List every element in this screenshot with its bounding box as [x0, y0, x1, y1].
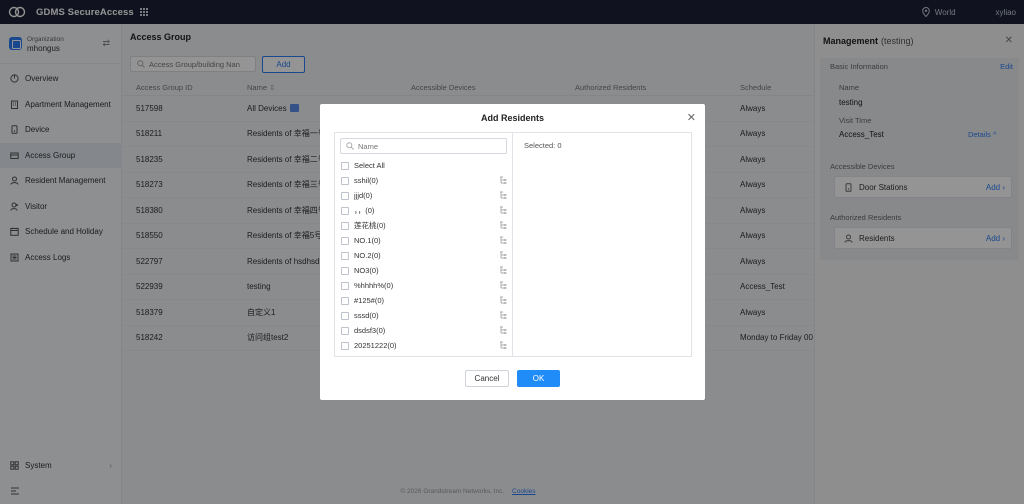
- expand-tree-icon[interactable]: [499, 251, 507, 259]
- add-residents-dialog: Add Residents ✕ Select All sshil(0) jjjd(…: [320, 104, 705, 400]
- close-icon[interactable]: ✕: [687, 111, 696, 124]
- available-residents-pane: Select All sshil(0) jjjd(0) ，，(0) 莲花桃(0) NO.…: [335, 133, 513, 356]
- expand-tree-icon[interactable]: [499, 221, 507, 229]
- resident-checkbox[interactable]: [341, 266, 349, 275]
- resident-option[interactable]: dsdsf3(0): [341, 323, 509, 338]
- resident-list: Select All sshil(0) jjjd(0) ，，(0) 莲花桃(0) NO.…: [341, 158, 509, 353]
- resident-checkbox[interactable]: [341, 251, 349, 260]
- resident-option-label: 莲花桃(0): [354, 221, 386, 230]
- resident-checkbox[interactable]: [341, 191, 349, 200]
- resident-option-label: NO.2(0): [354, 251, 381, 260]
- resident-option[interactable]: #125#(0): [341, 293, 509, 308]
- expand-tree-icon[interactable]: [499, 176, 507, 184]
- expand-tree-icon[interactable]: [499, 281, 507, 289]
- resident-option-label: jjjd(0): [354, 191, 373, 200]
- resident-checkbox[interactable]: [341, 206, 349, 215]
- resident-option[interactable]: sshil(0): [341, 173, 509, 188]
- resident-checkbox[interactable]: [341, 296, 349, 305]
- selected-count: Selected: 0: [524, 141, 562, 150]
- resident-checkbox[interactable]: [341, 236, 349, 245]
- resident-option[interactable]: 莲花桃(0): [341, 218, 509, 233]
- select-all-label: Select All: [354, 161, 385, 170]
- resident-option-label: #125#(0): [354, 296, 385, 305]
- select-all-checkbox[interactable]: [341, 161, 349, 170]
- resident-option[interactable]: %hhhh%(0): [341, 278, 509, 293]
- resident-checkbox[interactable]: [341, 281, 349, 290]
- resident-option-label: NO3(0): [354, 266, 379, 275]
- resident-option-label: sssd(0): [354, 311, 379, 320]
- ok-button[interactable]: OK: [517, 370, 560, 387]
- resident-option-label: sshil(0): [354, 176, 379, 185]
- resident-option[interactable]: sssd(0): [341, 308, 509, 323]
- expand-tree-icon[interactable]: [499, 296, 507, 304]
- resident-checkbox[interactable]: [341, 326, 349, 335]
- expand-tree-icon[interactable]: [499, 206, 507, 214]
- resident-option-label: dsdsf3(0): [354, 326, 386, 335]
- expand-tree-icon[interactable]: [499, 191, 507, 199]
- resident-option[interactable]: NO.1(0): [341, 233, 509, 248]
- resident-option-label: NO.1(0): [354, 236, 381, 245]
- resident-option[interactable]: NO.2(0): [341, 248, 509, 263]
- expand-tree-icon[interactable]: [499, 236, 507, 244]
- expand-tree-icon[interactable]: [499, 311, 507, 319]
- expand-tree-icon[interactable]: [499, 326, 507, 334]
- resident-option[interactable]: NO3(0): [341, 263, 509, 278]
- dialog-title: Add Residents: [480, 113, 544, 123]
- resident-option[interactable]: ，，(0): [341, 203, 509, 218]
- expand-tree-icon[interactable]: [499, 341, 507, 349]
- resident-search-input[interactable]: [358, 141, 498, 151]
- resident-option-label: %hhhh%(0): [354, 281, 394, 290]
- resident-checkbox[interactable]: [341, 176, 349, 185]
- resident-option-label: ，，(0): [354, 206, 375, 215]
- resident-option-label: 20251222(0): [354, 341, 397, 350]
- search-icon: [346, 142, 354, 150]
- resident-checkbox[interactable]: [341, 341, 349, 350]
- resident-checkbox[interactable]: [341, 221, 349, 230]
- resident-search-box[interactable]: [340, 138, 507, 154]
- resident-option[interactable]: 20251222(0): [341, 338, 509, 353]
- select-all-option[interactable]: Select All: [341, 158, 509, 173]
- resident-option[interactable]: jjjd(0): [341, 188, 509, 203]
- resident-checkbox[interactable]: [341, 311, 349, 320]
- resident-transfer: Select All sshil(0) jjjd(0) ，，(0) 莲花桃(0) NO.…: [334, 132, 692, 357]
- expand-tree-icon[interactable]: [499, 266, 507, 274]
- cancel-button[interactable]: Cancel: [465, 370, 509, 387]
